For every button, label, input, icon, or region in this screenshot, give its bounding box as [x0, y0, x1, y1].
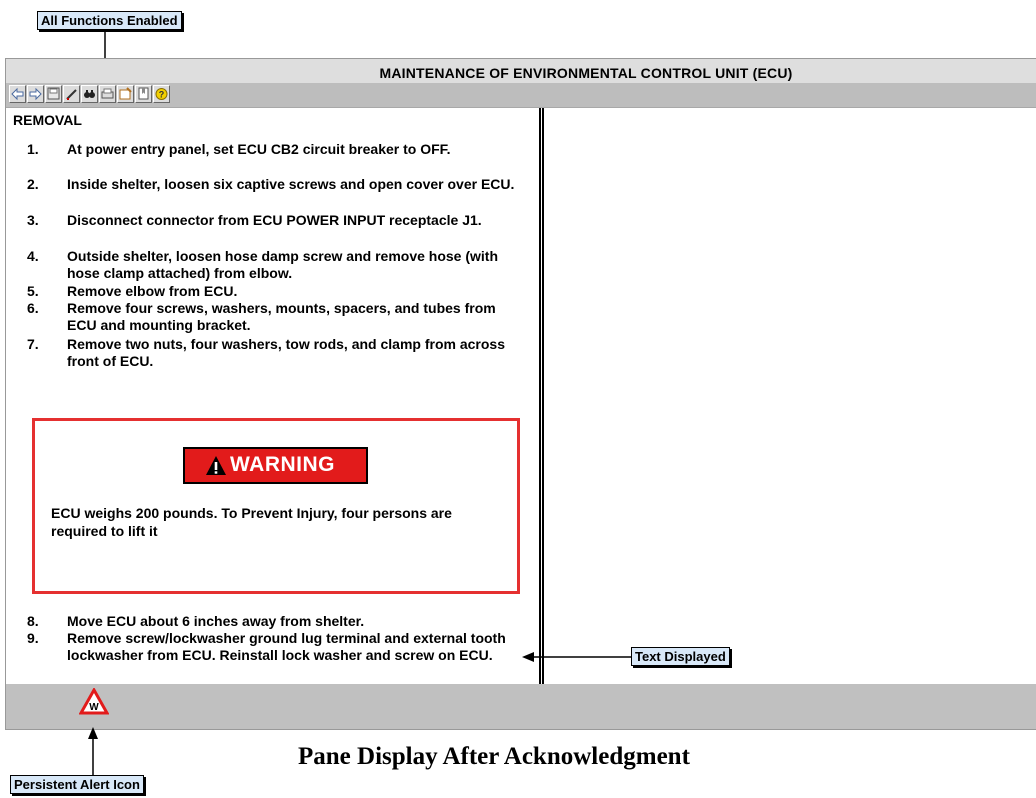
- notes-button[interactable]: [117, 85, 134, 103]
- svg-text:?: ?: [159, 90, 165, 100]
- step-number: 8.: [27, 613, 39, 629]
- step-text: Remove four screws, washers, mounts, spa…: [67, 300, 496, 333]
- warning-text: ECU weighs 200 pounds. To Prevent Injury…: [51, 505, 452, 539]
- save-icon: [47, 87, 60, 100]
- bookmark-button[interactable]: [135, 85, 152, 103]
- print-icon: [101, 88, 114, 99]
- step-number: 4.: [27, 248, 39, 264]
- section-heading: REMOVAL: [13, 112, 82, 128]
- warning-triangle-icon: [206, 456, 226, 475]
- graphics-pane: [544, 108, 1036, 684]
- bookmark-icon: [138, 87, 149, 100]
- forward-button[interactable]: [27, 85, 44, 103]
- status-bar: W: [6, 684, 1036, 729]
- back-button[interactable]: [9, 85, 26, 103]
- toolbar: ?: [6, 83, 1036, 108]
- back-icon: [11, 87, 24, 101]
- help-button[interactable]: ?: [153, 85, 170, 103]
- annotate-icon: [66, 89, 77, 100]
- find-icon: [84, 90, 95, 98]
- find-button[interactable]: [81, 85, 98, 103]
- step-text: Move ECU about 6 inches away from shelte…: [67, 613, 365, 629]
- step-number: 5.: [27, 283, 39, 299]
- persistent-alert-warning-icon[interactable]: W: [79, 688, 109, 715]
- step-number: 3.: [27, 212, 39, 228]
- step-text: At power entry panel, set ECU CB2 circui…: [67, 141, 451, 157]
- annotate-button[interactable]: [63, 85, 80, 103]
- callout-all-functions-enabled: All Functions Enabled: [37, 11, 182, 30]
- step-number: 2.: [27, 176, 39, 192]
- step-number: 6.: [27, 300, 39, 316]
- save-button[interactable]: [45, 85, 62, 103]
- step-number: 1.: [27, 141, 39, 157]
- warning-banner: WARNING: [183, 447, 368, 484]
- step-text: Disconnect connector from ECU POWER INPU…: [67, 212, 482, 228]
- forward-icon: [29, 87, 42, 101]
- warning-box: WARNING ECU weighs 200 pounds. To Preven…: [32, 418, 520, 594]
- print-button[interactable]: [99, 85, 116, 103]
- step-text: Outside shelter, loosen hose damp screw …: [67, 248, 499, 281]
- help-icon: ?: [155, 88, 168, 100]
- step-text: Inside shelter, loosen six captive screw…: [67, 176, 515, 192]
- app-window: MAINTENANCE OF ENVIRONMENTAL CONTROL UNI…: [5, 58, 1036, 730]
- step-number: 7.: [27, 336, 39, 352]
- step-number: 9.: [27, 630, 39, 646]
- callout-persistent-alert-icon: Persistent Alert Icon: [10, 775, 144, 794]
- alert-icon-letter: W: [89, 702, 99, 713]
- figure-caption: Pane Display After Acknowledgment: [298, 743, 690, 770]
- window-title: MAINTENANCE OF ENVIRONMENTAL CONTROL UNI…: [6, 59, 1036, 83]
- warning-label: WARNING: [230, 453, 335, 476]
- callout-arrow-alert: [88, 727, 98, 775]
- callout-arrow-text: [522, 652, 632, 662]
- callout-text-displayed: Text Displayed: [631, 647, 730, 666]
- step-text: Remove screw/lockwasher ground lug termi…: [67, 630, 506, 663]
- notes-icon: [119, 87, 132, 100]
- step-text: Remove two nuts, four washers, tow rods,…: [67, 336, 505, 369]
- step-text: Remove elbow from ECU.: [67, 283, 238, 299]
- procedure-pane: REMOVAL 1. At power entry panel, set ECU…: [6, 108, 539, 684]
